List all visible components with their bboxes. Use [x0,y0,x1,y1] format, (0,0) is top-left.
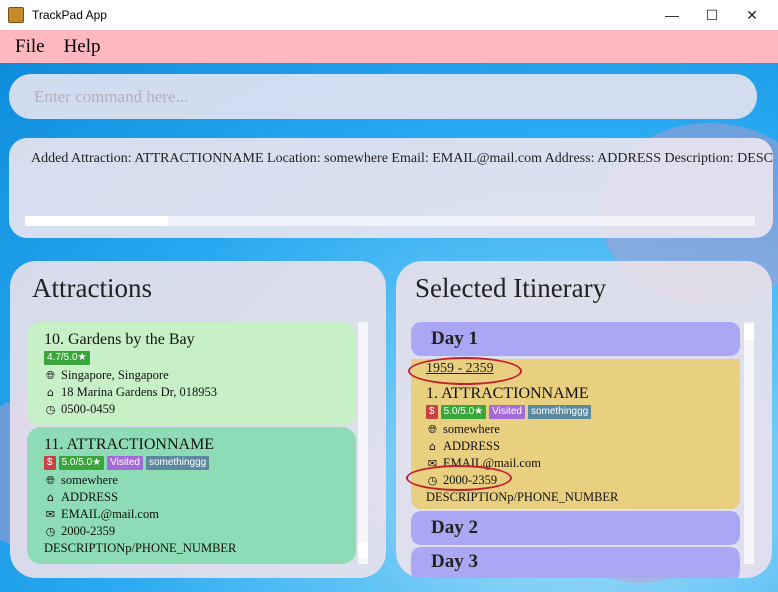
slot-attraction-name: 1. ATTRACTIONNAME [426,385,589,402]
attraction-address: ADDRESS [61,490,118,504]
itinerary-scrollbar[interactable] [744,322,754,564]
day-label: Day 1 [431,328,478,349]
day-label: Day 3 [431,551,478,572]
annotation-circle [408,357,522,385]
attraction-card[interactable]: 11. ATTRACTIONNAME $ 5.0/5.0★ Visited so… [27,427,356,564]
title-bar: TrackPad App — ☐ ✕ [0,0,778,30]
slot-address: ADDRESS [443,439,500,453]
attraction-card[interactable]: 10. Gardens by the Bay 4.7/5.0★ 🌐︎ Singap… [27,322,356,426]
attraction-description: DESCRIPTIONp/PHONE_NUMBER [44,541,237,555]
home-icon: ⌂ [47,491,54,504]
annotation-circle [406,465,512,491]
itinerary-panel: Selected Itinerary Day 1 1959 - 2359 1. … [396,261,772,578]
day-label: Day 2 [431,517,478,538]
visited-badge: Visited [489,405,525,419]
menu-bar: File Help [0,30,778,63]
tag-badge: somethinggg [145,456,210,470]
attraction-name: 10. Gardens by the Bay [44,331,195,348]
globe-icon: 🌐︎ [46,368,55,382]
attraction-email: EMAIL@mail.com [61,507,159,521]
command-box [9,74,757,119]
command-input[interactable] [32,85,736,108]
attraction-hours: 2000-2359 [61,524,116,538]
visited-badge: Visited [107,456,143,470]
attractions-panel: Attractions 10. Gardens by the Bay 4.7/5… [10,261,386,578]
home-icon: ⌂ [47,386,54,399]
scrollbar-thumb[interactable] [25,216,168,226]
result-display: Added Attraction: ATTRACTIONNAME Locatio… [9,138,773,238]
main-background: Added Attraction: ATTRACTIONNAME Locatio… [0,63,778,592]
scrollbar-thumb[interactable] [744,324,754,340]
maximize-button[interactable]: ☐ [692,0,732,30]
price-badge: $ [426,405,438,419]
attractions-title: Attractions [32,273,152,303]
home-icon: ⌂ [429,440,436,453]
slot-description: DESCRIPTIONp/PHONE_NUMBER [426,490,619,504]
globe-icon: 🌐︎ [46,473,55,487]
mail-icon: ✉ [45,508,56,521]
day-header[interactable]: Day 1 [411,322,740,356]
minimize-button[interactable]: — [652,0,692,30]
menu-help[interactable]: Help [64,36,101,58]
globe-icon: 🌐︎ [428,422,437,436]
menu-file[interactable]: File [15,36,45,58]
itinerary-title: Selected Itinerary [415,273,607,303]
rating-badge: 5.0/5.0★ [440,405,487,419]
window-title: TrackPad App [32,8,107,22]
result-horizontal-scrollbar[interactable] [25,216,755,226]
tag-badge: somethinggg [527,405,592,419]
app-icon [8,7,24,23]
rating-badge: 4.7/5.0★ [44,351,90,365]
clock-icon: ◷ [45,403,56,416]
attraction-location: somewhere [61,473,118,487]
attractions-scrollbar[interactable] [358,322,368,564]
attraction-location: Singapore, Singapore [61,368,169,382]
attraction-hours: 0500-0459 [61,402,116,416]
day-header[interactable]: Day 3 [411,547,740,578]
attraction-name: 11. ATTRACTIONNAME [44,436,215,453]
rating-badge: 5.0/5.0★ [58,456,105,470]
attraction-address: 18 Marina Gardens Dr, 018953 [61,385,218,399]
day-header[interactable]: Day 2 [411,511,740,545]
slot-location: somewhere [443,422,500,436]
scrollbar-thumb[interactable] [358,542,368,558]
price-badge: $ [44,456,56,470]
clock-icon: ◷ [45,525,56,538]
result-text: Added Attraction: ATTRACTIONNAME Locatio… [31,151,773,166]
close-button[interactable]: ✕ [732,0,772,30]
